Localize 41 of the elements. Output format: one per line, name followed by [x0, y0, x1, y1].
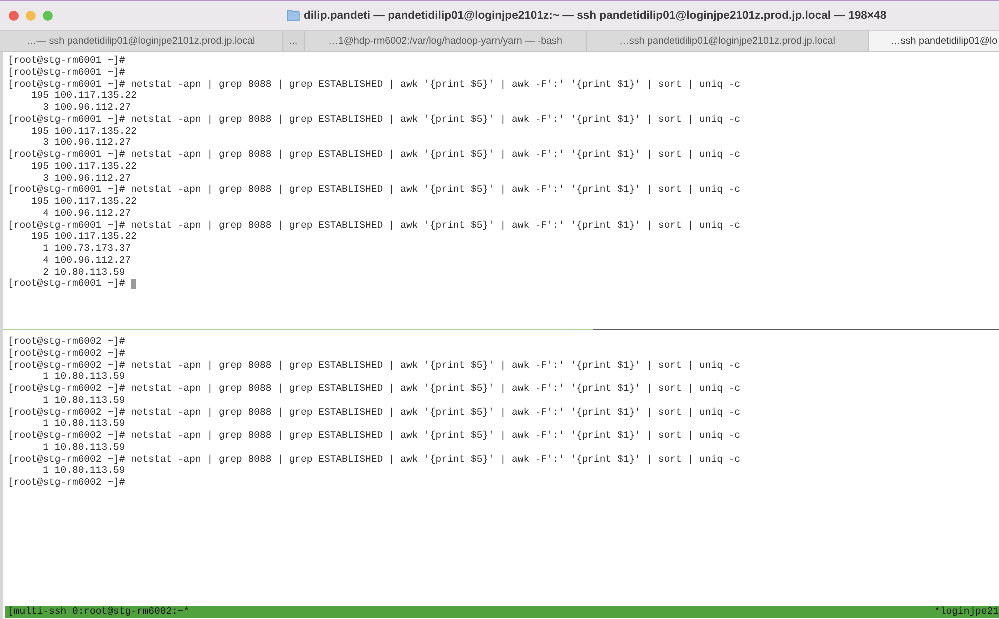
command-line: [root@stg-rm6001 ~]# netstat -apn | grep 8088 | grep ESTABLISHED | awk '{print $5}' | awk -F':' '{print $1}' | sort | uniq -c	[8, 220, 741, 232]
command-line: [root@stg-rm6002 ~]#	[8, 336, 126, 348]
command-line: [root@stg-rm6001 ~]# netstat -apn | grep 8088 | grep ESTABLISHED | awk '{print $5}' | awk -F':' '{print $1}' | sort | uniq -c	[8, 184, 741, 196]
output-line: 1 10.80.113.59	[43, 442, 126, 454]
command-line: [root@stg-rm6002 ~]# netstat -apn | grep 8088 | grep ESTABLISHED | awk '{print $5}' | awk -F':' '{print $1}' | sort | uniq -c	[8, 383, 741, 395]
output-line: 1 10.80.113.59	[43, 418, 126, 430]
output-line: 4 100.96.112.27	[43, 208, 132, 220]
command-line: [root@stg-rm6001 ~]# netstat -apn | grep 8088 | grep ESTABLISHED | awk '{print $5}' | awk -F':' '{print $1}' | sort | uniq -c	[8, 78, 741, 90]
window-title: dilip.pandeti — pandetidilip01@loginjpe2101z:~ — ssh pandetidilip01@loginjpe2101z.prod.jp.local — 198×48	[304, 10, 887, 22]
folder-icon	[287, 10, 300, 21]
close-icon[interactable]	[9, 10, 19, 20]
command-line: [root@stg-rm6001 ~]#	[8, 66, 126, 78]
host-status: *loginjpe21	[934, 606, 999, 618]
terminal-tab[interactable]: …ssh pandetidilip01@lo	[868, 31, 999, 51]
command-line: [root@stg-rm6002 ~]#	[8, 348, 126, 360]
output-line: 195 100.117.135.22	[31, 160, 137, 172]
command-line: [root@stg-rm6002 ~]# netstat -apn | grep 8088 | grep ESTABLISHED | awk '{print $5}' | awk -F':' '{print $1}' | sort | uniq -c	[8, 406, 741, 418]
output-line: 195 100.117.135.22	[31, 90, 137, 102]
maximize-icon[interactable]	[43, 10, 53, 20]
minimize-icon[interactable]	[26, 10, 36, 20]
command-line: [root@stg-rm6001 ~]# netstat -apn | grep 8088 | grep ESTABLISHED | awk '{print $5}' | awk -F':' '{print $1}' | sort | uniq -c	[8, 149, 741, 161]
output-line: 1 10.80.113.59	[43, 394, 126, 406]
output-line: 195 100.117.135.22	[31, 126, 137, 138]
output-line: 1 10.80.113.59	[43, 465, 126, 477]
command-line: [root@stg-rm6002 ~]#	[8, 477, 126, 489]
command-line: [root@stg-rm6001 ~]# netstat -apn | grep 8088 | grep ESTABLISHED | awk '{print $5}' | awk -F':' '{print $1}' | sort | uniq -c	[8, 114, 741, 126]
command-line: [root@stg-rm6001 ~]#	[8, 278, 126, 290]
output-line: 3 100.96.112.27	[43, 102, 132, 114]
output-line: 195 100.117.135.22	[31, 196, 137, 208]
command-line: [root@stg-rm6001 ~]#	[8, 55, 126, 67]
output-line: 2 10.80.113.59	[43, 266, 126, 278]
output-line: 3 100.96.112.27	[43, 172, 132, 184]
output-line: 3 100.96.112.27	[43, 137, 132, 149]
output-line: 195 100.117.135.22	[31, 231, 137, 243]
command-line: [root@stg-rm6002 ~]# netstat -apn | grep 8088 | grep ESTABLISHED | awk '{print $5}' | awk -F':' '{print $1}' | sort | uniq -c	[8, 360, 741, 372]
session-status: [multi-ssh 0:root@stg-rm6002:~*	[8, 606, 190, 618]
output-line: 4 100.96.112.27	[43, 254, 132, 266]
command-line: [root@stg-rm6002 ~]# netstat -apn | grep 8088 | grep ESTABLISHED | awk '{print $5}' | awk -F':' '{print $1}' | sort | uniq -c	[8, 454, 741, 466]
output-line: 1 100.73.173.37	[43, 243, 132, 255]
output-line: 1 10.80.113.59	[43, 371, 126, 383]
command-line: [root@stg-rm6002 ~]# netstat -apn | grep 8088 | grep ESTABLISHED | awk '{print $5}' | awk -F':' '{print $1}' | sort | uniq -c	[8, 430, 741, 442]
